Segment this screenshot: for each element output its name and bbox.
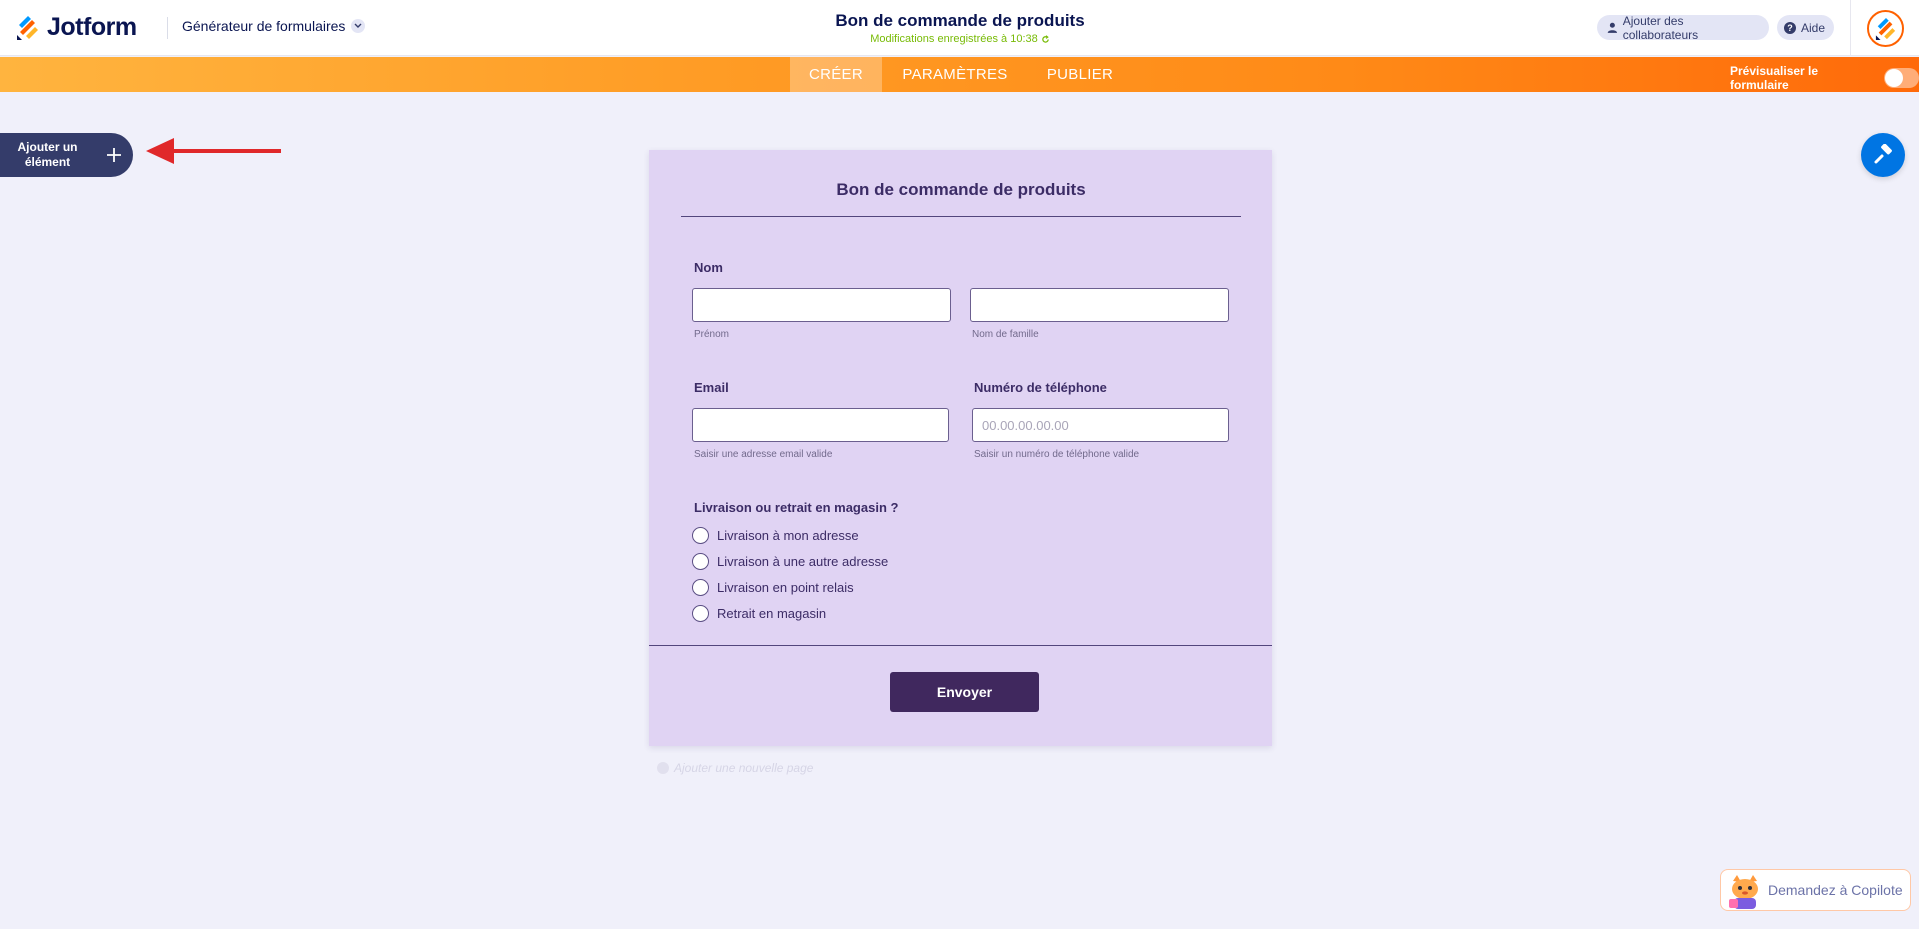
builder-nav: CRÉER PARAMÈTRES PUBLIER Prévisualiser l…: [0, 57, 1919, 92]
phone-field[interactable]: [972, 408, 1229, 442]
tab-settings[interactable]: PARAMÈTRES: [892, 57, 1018, 92]
add-element-label-line1: Ajouter un: [17, 140, 78, 154]
tab-create[interactable]: CRÉER: [790, 57, 882, 92]
delivery-label[interactable]: Livraison ou retrait en magasin ?: [694, 500, 898, 515]
radio-circle[interactable]: [692, 527, 709, 544]
radio-option-label: Livraison en point relais: [717, 580, 854, 595]
paint-roller-icon: [1874, 144, 1892, 164]
chevron-down-icon: [351, 19, 366, 33]
copilot-label: Demandez à Copilote: [1768, 882, 1903, 898]
radio-circle[interactable]: [692, 553, 709, 570]
email-label[interactable]: Email: [694, 380, 729, 395]
builder-label: Générateur de formulaires: [182, 18, 346, 34]
top-header: Jotform Générateur de formulaires Bon de…: [0, 0, 1919, 56]
preview-form: Prévisualiser le formulaire: [1730, 64, 1919, 92]
preview-label: Prévisualiser le formulaire: [1730, 64, 1819, 92]
copilot-mascot-icon: [1729, 875, 1758, 909]
user-icon: [1607, 22, 1618, 33]
save-status-text: Modifications enregistrées à 10:38: [870, 33, 1038, 45]
add-element-button[interactable]: Ajouter un élément: [0, 133, 133, 177]
copilot-button[interactable]: Demandez à Copilote: [1720, 869, 1911, 911]
refresh-icon: [1041, 34, 1049, 43]
first-name-sublabel: Prénom: [694, 329, 730, 340]
collaborators-label: Ajouter des collaborateurs: [1622, 13, 1699, 42]
radio-option-label: Livraison à mon adresse: [717, 528, 859, 543]
heading-divider: [681, 216, 1241, 217]
add-page-icon: [657, 762, 669, 774]
tab-publish[interactable]: PUBLIER: [1036, 57, 1124, 92]
form-heading[interactable]: Bon de commande de produits: [681, 180, 1241, 200]
preview-toggle[interactable]: [1883, 68, 1919, 88]
header-form-title[interactable]: Bon de commande de produits: [760, 11, 1160, 31]
red-arrow-icon: [146, 138, 281, 164]
add-element-label: Ajouter un élément: [0, 140, 95, 170]
builder-switcher[interactable]: Générateur de formulaires: [182, 18, 366, 34]
form-title-header: Bon de commande de produits Modification…: [760, 11, 1160, 45]
header-divider: [167, 17, 168, 39]
last-name-input[interactable]: [970, 288, 1229, 322]
brand[interactable]: Jotform: [16, 13, 137, 42]
question-icon: ?: [1784, 21, 1796, 34]
help-button[interactable]: ? Aide: [1777, 15, 1834, 40]
avatar[interactable]: [1867, 10, 1904, 47]
radio-option[interactable]: Livraison à une autre adresse: [692, 553, 888, 570]
avatar-logo-icon: [1875, 17, 1895, 40]
add-element-label-line2: élément: [24, 155, 71, 169]
submit-button[interactable]: Envoyer: [890, 672, 1039, 712]
radio-option[interactable]: Livraison à mon adresse: [692, 527, 859, 544]
last-name-sublabel: Nom de famille: [972, 329, 1039, 340]
radio-option[interactable]: Retrait en magasin: [692, 605, 826, 622]
email-sublabel: Saisir une adresse email valide: [694, 449, 833, 460]
add-page-label: Ajouter une nouvelle page: [674, 761, 814, 775]
radio-circle[interactable]: [692, 605, 709, 622]
add-new-page-button[interactable]: Ajouter une nouvelle page: [657, 761, 813, 775]
add-collaborators-button[interactable]: Ajouter des collaborateurs: [1597, 13, 1769, 42]
email-field[interactable]: [692, 408, 949, 442]
phone-sublabel: Saisir un numéro de téléphone valide: [974, 449, 1140, 460]
submit-divider: [649, 645, 1272, 646]
radio-option-label: Retrait en magasin: [717, 606, 827, 621]
first-name-input[interactable]: [692, 288, 951, 322]
radio-option[interactable]: Livraison en point relais: [692, 579, 854, 596]
name-label[interactable]: Nom: [694, 260, 723, 275]
form-designer-button[interactable]: [1861, 133, 1905, 177]
jotform-logo-icon: [17, 15, 38, 40]
help-label: Aide: [1801, 20, 1826, 35]
radio-circle[interactable]: [692, 579, 709, 596]
phone-label[interactable]: Numéro de téléphone: [974, 380, 1107, 395]
form-card: Bon de commande de produits Nom Prénom N…: [649, 150, 1272, 746]
brand-name: Jotform: [47, 13, 137, 41]
save-status: Modifications enregistrées à 10:38: [760, 33, 1160, 45]
avatar-divider: [1850, 0, 1851, 56]
svg-text:?: ?: [1787, 23, 1793, 33]
radio-option-label: Livraison à une autre adresse: [717, 554, 889, 569]
toggle-knob: [1884, 69, 1903, 87]
plus-icon: [107, 148, 121, 162]
